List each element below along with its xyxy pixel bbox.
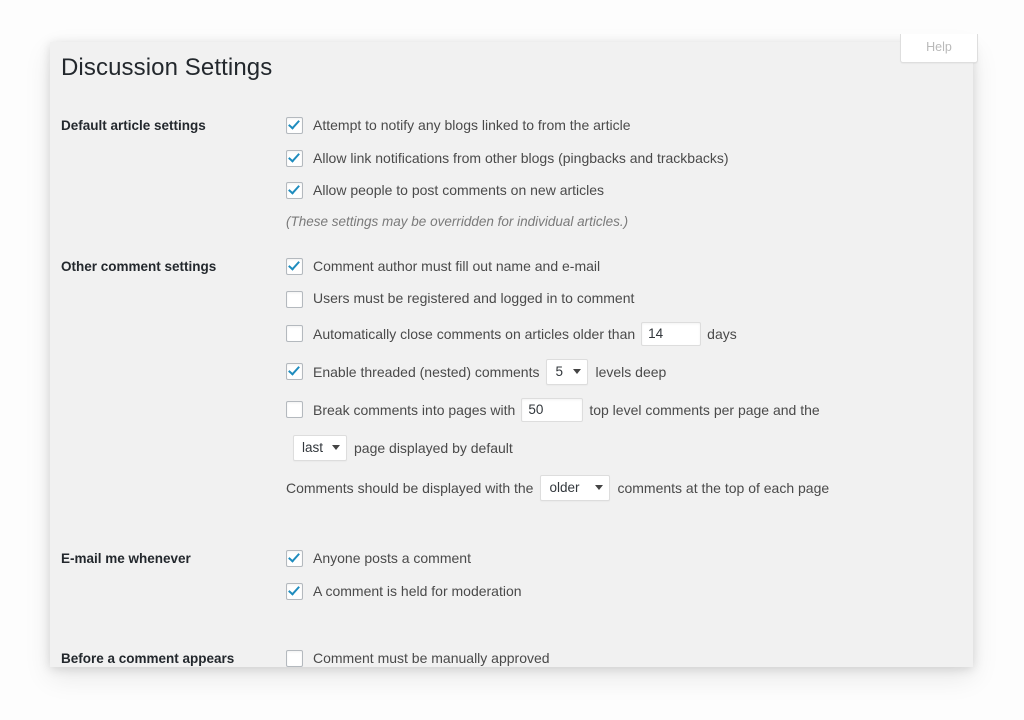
row-threaded-comments[interactable]: Enable threaded (nested) comments 5 leve… bbox=[286, 358, 956, 385]
checkbox-row-allow-pingbacks[interactable]: Allow link notifications from other blog… bbox=[286, 149, 956, 169]
checkbox-row-notify-blogs[interactable]: Attempt to notify any blogs linked to fr… bbox=[286, 116, 956, 136]
label-comment-order-before: Comments should be displayed with the bbox=[286, 479, 534, 496]
checkbox-row-require-name-email[interactable]: Comment author must fill out name and e-… bbox=[286, 257, 956, 277]
checkbox-label-anyone-posts: Anyone posts a comment bbox=[313, 549, 471, 566]
label-auto-close-before: Automatically close comments on articles… bbox=[313, 325, 636, 342]
section-label-other-comment: Other comment settings bbox=[61, 258, 217, 274]
select-default-page[interactable]: last bbox=[293, 434, 347, 461]
label-threaded-before: Enable threaded (nested) comments bbox=[313, 363, 540, 380]
checkbox-threaded-comments[interactable] bbox=[286, 363, 303, 381]
settings-form-table: Default article settings Attempt to noti… bbox=[61, 104, 956, 667]
help-tab-label: Help bbox=[926, 40, 952, 54]
checkbox-label-notify-blogs: Attempt to notify any blogs linked to fr… bbox=[313, 117, 631, 133]
label-default-page-after: page displayed by default bbox=[354, 439, 513, 456]
checkbox-allow-comments[interactable] bbox=[286, 182, 303, 200]
select-thread-depth[interactable]: 5 bbox=[546, 358, 589, 385]
checkbox-held-moderation[interactable] bbox=[286, 582, 303, 600]
page-title: Discussion Settings bbox=[61, 54, 273, 81]
checkbox-label-allow-pingbacks: Allow link notifications from other blog… bbox=[313, 149, 729, 166]
checkbox-require-name-email[interactable] bbox=[286, 258, 303, 276]
checkbox-label-require-name-email: Comment author must fill out name and e-… bbox=[313, 257, 601, 274]
checkbox-notify-blogs[interactable] bbox=[286, 117, 303, 135]
label-paging-before: Break comments into pages with bbox=[313, 401, 516, 418]
table-row-before-appears: Before a comment appears Comment must be… bbox=[61, 637, 956, 667]
section-label-email-me: E-mail me whenever bbox=[61, 550, 191, 566]
checkbox-label-manual-approval: Comment must be manually approved bbox=[313, 650, 550, 667]
row-comment-order[interactable]: Comments should be displayed with the ol… bbox=[286, 474, 956, 501]
discussion-settings-panel: Discussion Settings Default article sett… bbox=[50, 42, 973, 667]
chevron-down-icon bbox=[595, 485, 604, 491]
checkbox-row-require-registration[interactable]: Users must be registered and logged in t… bbox=[286, 289, 956, 309]
label-comment-order-after: comments at the top of each page bbox=[617, 479, 830, 496]
table-row-default-article: Default article settings Attempt to noti… bbox=[61, 104, 956, 241]
section-fields-email-me: Anyone posts a comment A comment is held… bbox=[286, 537, 956, 613]
label-auto-close-after: days bbox=[707, 325, 737, 342]
table-row-spacer-3 bbox=[61, 613, 956, 637]
section-fields-default-article: Attempt to notify any blogs linked to fr… bbox=[286, 104, 956, 241]
table-row-spacer-2 bbox=[61, 513, 956, 537]
checkbox-manual-approval[interactable] bbox=[286, 650, 303, 667]
label-paging-after: top level comments per page and the bbox=[589, 401, 820, 418]
chevron-down-icon bbox=[332, 445, 340, 451]
help-tab[interactable]: Help bbox=[900, 34, 978, 63]
checkbox-auto-close-comments[interactable] bbox=[286, 325, 303, 343]
section-fields-before-appears: Comment must be manually approved Commen… bbox=[286, 637, 956, 667]
row-break-comments-pages[interactable]: Break comments into pages with 50 top le… bbox=[286, 397, 956, 422]
select-default-page-value: last bbox=[302, 440, 324, 456]
section-fields-other-comment: Comment author must fill out name and e-… bbox=[286, 245, 956, 513]
select-thread-depth-value: 5 bbox=[555, 364, 563, 380]
section-label-default-article: Default article settings bbox=[61, 118, 206, 133]
row-default-page-displayed[interactable]: last page displayed by default bbox=[286, 434, 956, 461]
table-row-other-comment: Other comment settings Comment author mu… bbox=[61, 245, 956, 513]
default-article-note: (These settings may be overridden for in… bbox=[286, 213, 629, 229]
input-comments-per-page[interactable]: 50 bbox=[521, 397, 584, 422]
checkbox-row-anyone-posts[interactable]: Anyone posts a comment bbox=[286, 549, 956, 569]
select-comment-order-value: older bbox=[549, 480, 580, 496]
table-row-email-me: E-mail me whenever Anyone posts a commen… bbox=[61, 537, 956, 613]
input-close-comments-days[interactable]: 14 bbox=[641, 321, 702, 346]
row-auto-close-comments[interactable]: Automatically close comments on articles… bbox=[286, 321, 956, 346]
checkbox-require-registration[interactable] bbox=[286, 290, 303, 308]
screen: Help Discussion Settings Default article… bbox=[0, 0, 1024, 720]
checkbox-label-require-registration: Users must be registered and logged in t… bbox=[313, 290, 635, 307]
checkbox-row-allow-comments[interactable]: Allow people to post comments on new art… bbox=[286, 181, 956, 201]
checkbox-row-held-moderation[interactable]: A comment is held for moderation bbox=[286, 582, 956, 602]
checkbox-label-held-moderation: A comment is held for moderation bbox=[313, 582, 522, 599]
select-comment-order[interactable]: older bbox=[540, 474, 611, 501]
chevron-down-icon bbox=[573, 369, 582, 375]
checkbox-row-manual-approval[interactable]: Comment must be manually approved bbox=[286, 649, 956, 667]
label-threaded-after: levels deep bbox=[595, 363, 667, 380]
checkbox-allow-pingbacks[interactable] bbox=[286, 149, 303, 167]
section-label-before-appears: Before a comment appears bbox=[61, 651, 235, 667]
checkbox-break-comments-pages[interactable] bbox=[286, 401, 303, 419]
checkbox-anyone-posts[interactable] bbox=[286, 550, 303, 568]
checkbox-label-allow-comments: Allow people to post comments on new art… bbox=[313, 182, 605, 199]
